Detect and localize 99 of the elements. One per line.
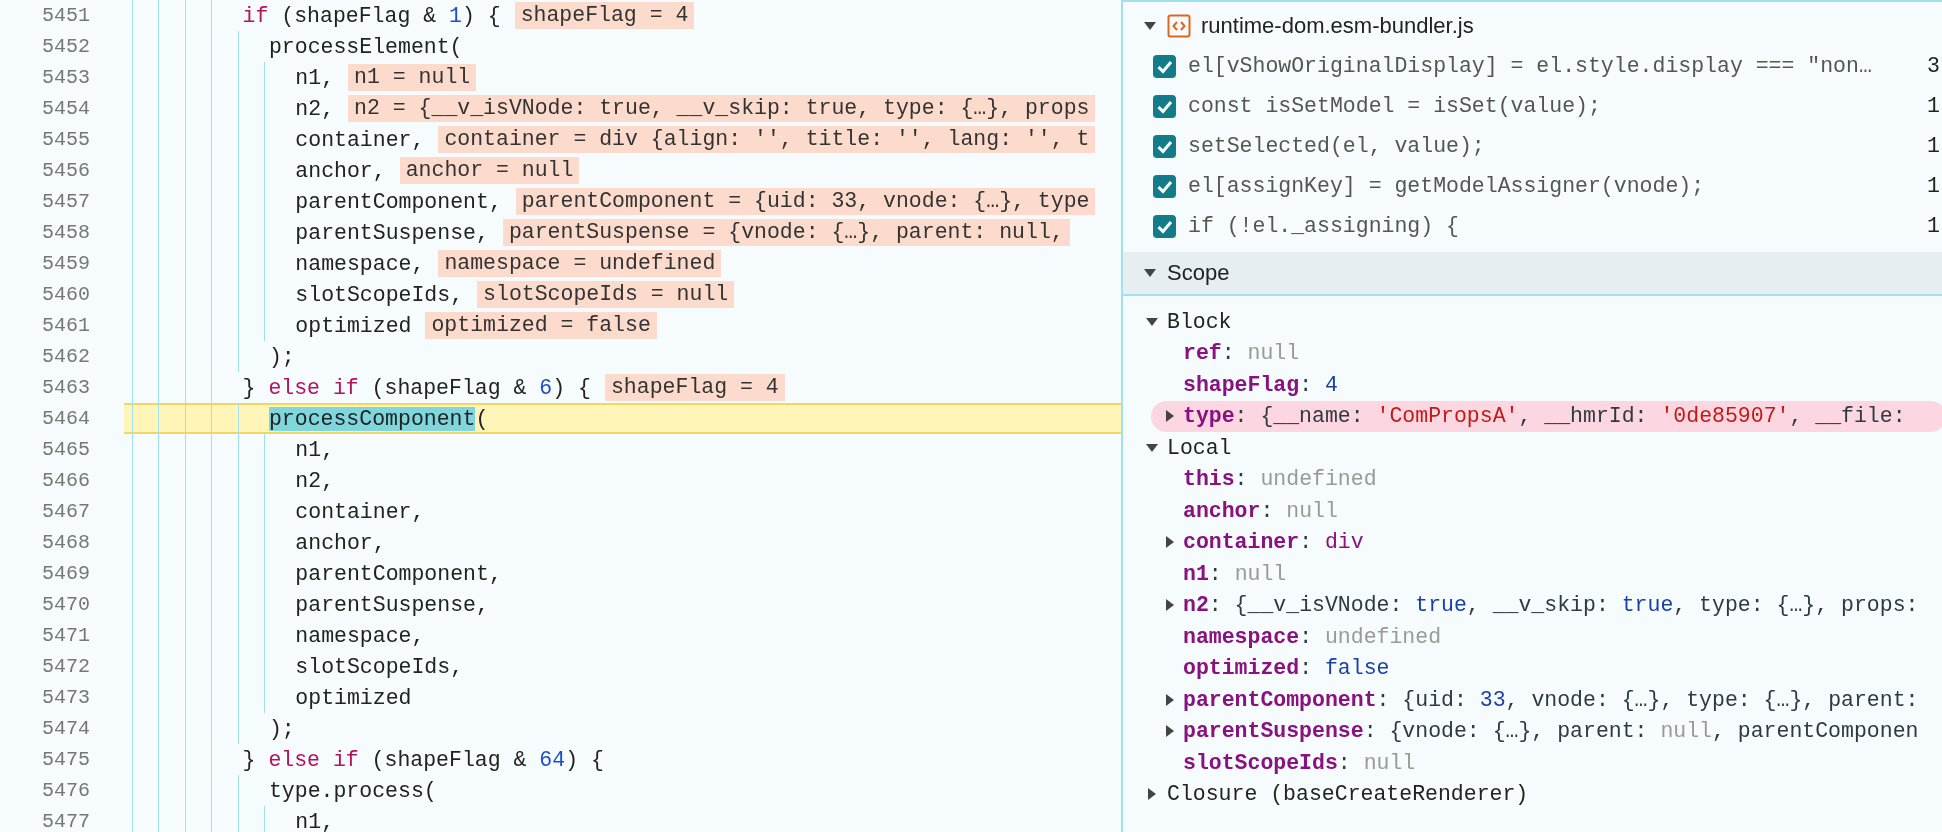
line-number: 5451 — [41, 4, 90, 27]
scope-variable: parentComponent: {uid: 33, vnode: {…}, type: {…}, parent: — [1183, 687, 1919, 712]
code-text: ); — [267, 716, 295, 741]
code-text: parentSuspense, — [294, 220, 489, 245]
breakpoint-code: setSelected(el, value); — [1188, 134, 1486, 158]
inline-value: n2 = {__v_isVNode: true, __v_skip: true, type: {…}, props — [348, 95, 1096, 122]
code-text: ); — [267, 344, 295, 369]
code-text: processElement( — [267, 34, 463, 59]
code-text: parentComponent, — [294, 189, 502, 214]
code-text: } else if (shapeFlag & 64) { — [241, 747, 604, 772]
breakpoint-code: if (!el._assigning) { — [1188, 214, 1460, 238]
code-text: n1, — [294, 65, 335, 90]
line-number: 5461 — [41, 314, 90, 337]
code-text: anchor, — [294, 158, 386, 183]
breakpoint-code: el[vShowOriginalDisplay] = el.style.display === "non… — [1188, 54, 1873, 78]
breakpoint-checkbox[interactable] — [1153, 54, 1176, 78]
code-text: container, — [294, 127, 425, 152]
breakpoint-line-number: 1 — [1927, 174, 1941, 198]
code-text: optimized — [294, 685, 412, 710]
breakpoint-checkbox[interactable] — [1153, 94, 1176, 118]
inline-value: slotScopeIds = null — [477, 281, 735, 308]
line-number: 5452 — [41, 35, 90, 58]
line-number: 5470 — [41, 593, 90, 616]
breakpoint-code: el[assignKey] = getModelAssigner(vnode); — [1188, 174, 1706, 198]
line-number: 5462 — [41, 345, 90, 368]
line-number: 5463 — [41, 376, 90, 399]
line-number: 5467 — [41, 500, 90, 523]
scope-variable: shapeFlag: 4 — [1183, 372, 1338, 397]
breakpoint-code: const isSetModel = isSet(value); — [1188, 94, 1602, 118]
scope-variable: anchor: null — [1183, 498, 1338, 523]
breakpoint-checkbox[interactable] — [1153, 134, 1176, 158]
breakpoint-line-number: 1 — [1927, 94, 1941, 118]
scope-variable: optimized: false — [1183, 656, 1390, 681]
line-number: 5455 — [41, 128, 90, 151]
inline-value: n1 = null — [348, 64, 477, 91]
breakpoint-line-number: 1 — [1927, 214, 1941, 238]
inline-value: shapeFlag = 4 — [514, 2, 695, 29]
breakpoint-checkbox[interactable] — [1153, 214, 1176, 238]
inline-value: container = div {align: '', title: '', lang: '', t — [438, 126, 1096, 153]
code-text: anchor, — [294, 530, 386, 555]
scope-variable: container: div — [1183, 530, 1364, 555]
code-text: } else if (shapeFlag & 6) { — [241, 375, 591, 400]
code-text: n1, — [294, 809, 335, 832]
inline-value: parentSuspense = {vnode: {…}, parent: null, — [502, 219, 1070, 246]
code-text: n1, — [294, 437, 335, 462]
scope-variable: namespace: undefined — [1183, 624, 1442, 649]
code-text: namespace, — [294, 251, 425, 276]
code-text: container, — [294, 499, 425, 524]
inline-value: optimized = false — [425, 312, 657, 339]
breakpoint-line-number: 1 — [1927, 134, 1941, 158]
line-number: 5477 — [41, 810, 90, 832]
line-number: 5453 — [41, 66, 90, 89]
scope-variable: type: {__name: 'ComPropsA', __hmrId: '0de85907', __file: — [1183, 404, 1906, 429]
scope-variable: n2: {__v_isVNode: true, __v_skip: true, type: {…}, props: — [1183, 593, 1919, 618]
line-number: 5457 — [41, 190, 90, 213]
code-text: parentSuspense, — [294, 592, 489, 617]
section-header[interactable]: Scope — [1123, 252, 1942, 296]
line-number: 5460 — [41, 283, 90, 306]
line-number: 5465 — [41, 438, 90, 461]
scope-variable: n1: null — [1183, 561, 1287, 586]
scope-group-name[interactable]: Closure (baseCreateRenderer) — [1167, 782, 1529, 807]
scope-variable: slotScopeIds: null — [1183, 750, 1416, 775]
line-number: 5466 — [41, 469, 90, 492]
scope-variable: parentSuspense: {vnode: {…}, parent: null, parentComponen — [1183, 719, 1919, 744]
code-text: optimized — [294, 313, 412, 338]
line-number: 5473 — [41, 686, 90, 709]
line-number: 5459 — [41, 252, 90, 275]
code-text: n2, — [294, 468, 335, 493]
code-text: slotScopeIds, — [294, 282, 464, 307]
code-text: slotScopeIds, — [294, 654, 464, 679]
inline-value: shapeFlag = 4 — [604, 374, 785, 401]
line-number: 5476 — [41, 779, 90, 802]
line-number: 5454 — [41, 97, 90, 120]
line-number: 5456 — [41, 159, 90, 182]
code-text: parentComponent, — [294, 561, 502, 586]
code-text: namespace, — [294, 623, 425, 648]
line-number: 5464 — [41, 407, 90, 430]
line-number: 5472 — [41, 655, 90, 678]
inline-value: parentComponent = {uid: 33, vnode: {…}, type — [515, 188, 1096, 215]
scope-variable: this: undefined — [1183, 467, 1377, 492]
line-number: 5458 — [41, 221, 90, 244]
file-code-icon — [1167, 14, 1191, 38]
scope-group-name[interactable]: Block — [1167, 309, 1232, 334]
code-text: if (shapeFlag & 1) { — [241, 3, 501, 28]
inline-value: namespace = undefined — [438, 250, 722, 277]
breakpoint-checkbox[interactable] — [1153, 174, 1176, 198]
line-number: 5469 — [41, 562, 90, 585]
code-text: n2, — [294, 96, 335, 121]
breakpoint-line-number: 3 — [1927, 54, 1941, 78]
scope-variable: ref: null — [1183, 341, 1300, 366]
section-title: Scope — [1167, 260, 1230, 286]
line-number: 5474 — [41, 717, 90, 740]
inline-value: anchor = null — [399, 157, 580, 184]
file-name[interactable]: runtime-dom.esm-bundler.js — [1201, 13, 1474, 39]
line-number: 5471 — [41, 624, 90, 647]
scope-group-name[interactable]: Local — [1167, 435, 1232, 460]
line-number: 5468 — [41, 531, 90, 554]
line-number: 5475 — [41, 748, 90, 771]
code-text: type.process( — [267, 778, 437, 803]
